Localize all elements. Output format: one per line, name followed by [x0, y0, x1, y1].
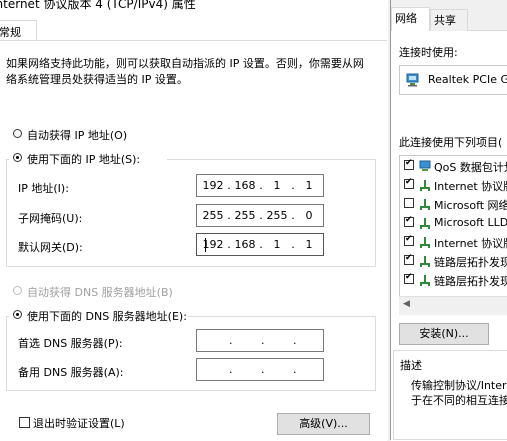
dialog-titlebar: Internet 协议版本 4 (TCP/IPv4) 属性 [0, 0, 388, 12]
subnet-mask-label: 子网掩码(U): [18, 212, 83, 225]
description-line2: 于在不同的相互连接 [411, 394, 507, 407]
connect-using-label: 连接时使用: [399, 46, 458, 59]
component-checkbox[interactable] [404, 158, 414, 170]
component-checkbox[interactable] [404, 215, 414, 227]
ip-auto-label[interactable]: 自动获得 IP 地址(O) [27, 127, 127, 143]
component-label: Microsoft LLD [434, 216, 507, 229]
protocol-icon [420, 256, 430, 267]
component-item[interactable]: Microsoft 网络 [400, 195, 507, 213]
component-item[interactable]: 链路层拓扑发现 [400, 252, 507, 270]
tab-network[interactable]: 网络 [391, 7, 430, 31]
component-label: 链路层拓扑发现 [434, 256, 507, 269]
component-item[interactable]: Microsoft LLD [400, 214, 507, 232]
protocol-icon [420, 237, 430, 248]
tab-general-label: 常规 [0, 26, 21, 39]
scroll-left-icon[interactable]: ◀ [403, 299, 410, 309]
adapter-box: Realtek PCIe G [399, 65, 507, 95]
component-label: 链路层拓扑发现 [434, 275, 507, 288]
ip-manual-radio[interactable] [13, 153, 22, 162]
ip-auto-radio[interactable] [13, 129, 22, 138]
subnet-mask-field[interactable]: 255 . 255 . 255 . 0 [196, 204, 324, 227]
alternate-dns-field[interactable]: . . . [196, 358, 324, 381]
protocol-icon [420, 180, 430, 191]
component-checkbox[interactable] [404, 253, 414, 265]
validate-settings-label[interactable]: 退出时验证设置(L) [33, 415, 125, 431]
dialog-title: Internet 协议版本 4 (TCP/IPv4) 属性 [0, 0, 196, 11]
qos-icon [419, 160, 431, 171]
default-gateway-field[interactable]: 192 . 168 . 1 . 1 [196, 233, 324, 256]
protocol-icon [420, 218, 430, 229]
dns-manual-label[interactable]: 使用下面的 DNS 服务器地址(E): [27, 308, 187, 324]
ip-address-field[interactable]: 192 . 168 . 1 . 1 [196, 174, 324, 197]
component-label: Internet 协议版 [434, 180, 507, 193]
component-item[interactable]: 链路层拓扑发现 [400, 271, 507, 289]
tab-sharing[interactable]: 共享 [430, 9, 468, 31]
component-label: Microsoft 网络 [434, 199, 507, 212]
description-line1: 传输控制协议/Intern [411, 379, 507, 392]
adapter-name: Realtek PCIe G [428, 73, 507, 86]
protocol-icon [420, 199, 430, 210]
intro-text-line2: 络系统管理员处获得适当的 IP 设置。 [6, 73, 188, 86]
advanced-button[interactable]: 高级(V)... [277, 413, 370, 435]
install-button[interactable]: 安装(N)... [399, 323, 489, 345]
component-checkbox[interactable] [404, 198, 414, 208]
preferred-dns-field[interactable]: . . . [196, 329, 324, 352]
dns-auto-radio[interactable] [13, 286, 22, 295]
description-title: 描述 [398, 357, 424, 373]
component-item[interactable]: Internet 协议版 [400, 176, 507, 194]
protocol-icon [420, 275, 430, 286]
component-item[interactable]: QoS 数据包计划 [400, 157, 507, 175]
intro-text-line1: 如果网络支持此功能，则可以获取自动指派的 IP 设置。否则，你需要从网 [6, 57, 364, 70]
preferred-dns-label: 首选 DNS 服务器(P): [18, 337, 123, 350]
dns-manual-radio[interactable] [13, 310, 22, 319]
network-adapter-icon [406, 73, 419, 87]
component-checkbox[interactable] [404, 272, 414, 284]
components-label: 此连接使用下列项目( [399, 136, 503, 149]
component-item[interactable]: Internet 协议版 [400, 233, 507, 251]
ip-address-label: IP 地址(I): [18, 182, 69, 195]
validate-settings-checkbox[interactable] [19, 417, 30, 428]
ip-manual-label[interactable]: 使用下面的 IP 地址(S): [27, 151, 140, 167]
component-checkbox[interactable] [404, 234, 414, 246]
tab-general[interactable]: 常规 [0, 20, 37, 41]
default-gateway-label: 默认网关(D): [18, 241, 83, 254]
component-label: Internet 协议版 [434, 237, 507, 250]
adapter-properties-window: 网络 共享 连接时使用: Realtek PCIe G 此连接使用下列项目( Q… [390, 0, 507, 441]
horizontal-scrollbar[interactable]: ◀ [399, 296, 507, 315]
ipv4-properties-dialog: Internet 协议版本 4 (TCP/IPv4) 属性 常规 如果网络支持此… [0, 0, 388, 441]
component-checkbox[interactable] [404, 177, 414, 189]
dns-auto-label[interactable]: 自动获得 DNS 服务器地址(B) [27, 284, 173, 300]
component-label: QoS 数据包计划 [434, 161, 507, 174]
alternate-dns-label: 备用 DNS 服务器(A): [18, 366, 124, 379]
components-list[interactable]: QoS 数据包计划 Internet 协议版 Microsoft 网络 Microso… [399, 155, 507, 315]
